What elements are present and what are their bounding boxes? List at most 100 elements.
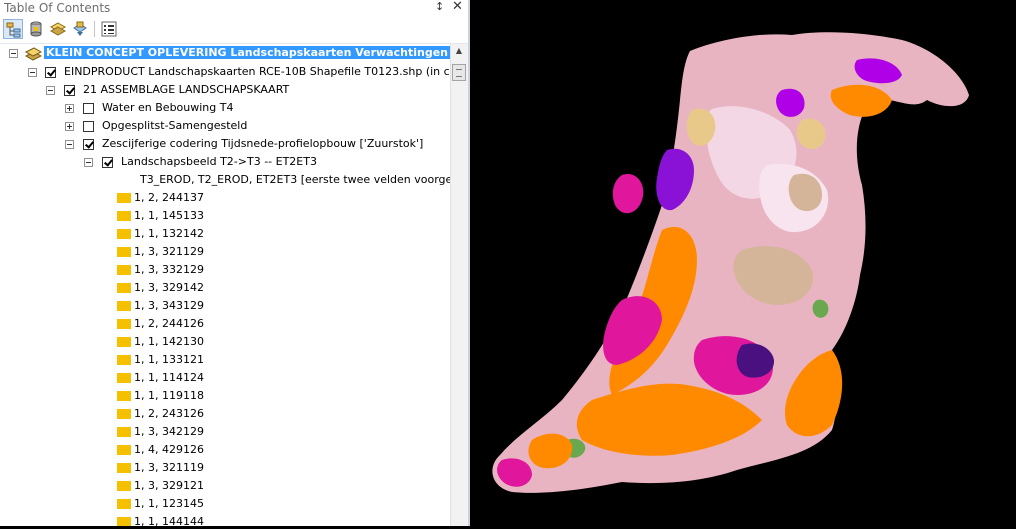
scroll-thumb[interactable]: [452, 64, 466, 81]
shapefile-layer-label: EINDPRODUCT Landschapskaarten RCE-10B Sh…: [64, 65, 450, 78]
zescijferige-checkbox[interactable]: [83, 139, 94, 150]
legend-item[interactable]: 1, 1, 132142: [0, 225, 450, 243]
list-by-source-button[interactable]: [3, 19, 23, 39]
legend-item-label: 1, 2, 244137: [134, 191, 204, 204]
tree-item-landschapsbeeld[interactable]: Landschapsbeeld T2->T3 -- ET2ET3: [0, 153, 450, 171]
group-layer-label: KLEIN CONCEPT OPLEVERING Landschapskaart…: [44, 46, 450, 59]
tree-item-assemblage[interactable]: 21 ASSEMBLAGE LANDSCHAPSKAART: [0, 81, 450, 99]
legend-item-label: 1, 3, 342129: [134, 425, 204, 438]
legend-item[interactable]: 1, 1, 145133: [0, 207, 450, 225]
legend-fields-header: T3_EROD, T2_EROD, ET2ET3 [eerste twee ve…: [0, 171, 450, 189]
list-by-drawing-order-icon: [30, 21, 42, 37]
legend-item[interactable]: 1, 3, 329121: [0, 477, 450, 495]
shapefile-layer-checkbox[interactable]: [45, 67, 56, 78]
legend-swatch[interactable]: [117, 337, 131, 347]
water-label: Water en Bebouwing T4: [102, 101, 234, 114]
legend-swatch[interactable]: [117, 409, 131, 419]
assemblage-label: 21 ASSEMBLAGE LANDSCHAPSKAART: [83, 83, 290, 96]
water-checkbox[interactable]: [83, 103, 94, 114]
toc-title-bar: Table Of Contents ↕ ✕: [0, 0, 468, 16]
legend-swatch[interactable]: [117, 481, 131, 491]
list-by-visibility-button[interactable]: [48, 19, 68, 39]
legend-swatch[interactable]: [117, 391, 131, 401]
legend-item-label: 1, 1, 144144: [134, 515, 204, 526]
legend-swatch[interactable]: [117, 427, 131, 437]
legend-item[interactable]: 1, 3, 332129: [0, 261, 450, 279]
list-by-selection-button[interactable]: [70, 19, 90, 39]
legend-swatch[interactable]: [117, 193, 131, 203]
tree-item-opgesplitst[interactable]: Opgesplitst-Samengesteld: [0, 117, 450, 135]
collapse-icon[interactable]: [28, 68, 37, 77]
legend-swatch[interactable]: [117, 301, 131, 311]
legend-item-label: 1, 1, 142130: [134, 335, 204, 348]
toolbar-separator: [94, 21, 95, 37]
legend-item[interactable]: 1, 1, 123145: [0, 495, 450, 513]
legend-item[interactable]: 1, 3, 342129: [0, 423, 450, 441]
legend-item[interactable]: 1, 3, 321119: [0, 459, 450, 477]
legend-item[interactable]: 1, 3, 321129: [0, 243, 450, 261]
legend-item[interactable]: 1, 1, 142130: [0, 333, 450, 351]
tree-item-water[interactable]: Water en Bebouwing T4: [0, 99, 450, 117]
legend-swatch[interactable]: [117, 445, 131, 455]
legend-swatch[interactable]: [117, 373, 131, 383]
collapse-icon[interactable]: [9, 49, 18, 58]
legend-item-label: 1, 3, 343129: [134, 299, 204, 312]
legend-item[interactable]: 1, 1, 119118: [0, 387, 450, 405]
legend-swatch[interactable]: [117, 355, 131, 365]
legend-item-label: 1, 2, 244126: [134, 317, 204, 330]
legend-item-label: 1, 3, 332129: [134, 263, 204, 276]
legend-fields-label: T3_EROD, T2_EROD, ET2ET3 [eerste twee ve…: [140, 173, 450, 186]
landschapsbeeld-checkbox[interactable]: [102, 157, 113, 168]
legend-swatch[interactable]: [117, 499, 131, 509]
toc-toolbar: [0, 17, 468, 44]
landschapsbeeld-label: Landschapsbeeld T2->T3 -- ET2ET3: [121, 155, 317, 168]
list-by-visibility-icon: [50, 22, 66, 36]
list-by-drawing-order-button[interactable]: [26, 19, 46, 39]
legend-item[interactable]: 1, 2, 244126: [0, 315, 450, 333]
opgesplitst-checkbox[interactable]: [83, 121, 94, 132]
legend-item-label: 1, 1, 123145: [134, 497, 204, 510]
legend-swatch[interactable]: [117, 283, 131, 293]
legend-item[interactable]: 1, 1, 133121: [0, 351, 450, 369]
legend-item-label: 1, 1, 114124: [134, 371, 204, 384]
legend-item[interactable]: 1, 2, 243126: [0, 405, 450, 423]
expand-icon[interactable]: [65, 104, 74, 113]
map-view[interactable]: [472, 0, 1016, 526]
legend-item-label: 1, 1, 145133: [134, 209, 204, 222]
scroll-up-arrow-icon[interactable]: ▲: [451, 46, 467, 60]
list-by-selection-icon: [73, 21, 87, 36]
legend-swatch[interactable]: [117, 229, 131, 239]
options-button[interactable]: [99, 19, 119, 39]
close-icon[interactable]: ✕: [452, 0, 463, 14]
legend-swatch[interactable]: [117, 463, 131, 473]
legend-item-label: 1, 3, 329121: [134, 479, 204, 492]
legend-swatch[interactable]: [117, 319, 131, 329]
list-by-source-icon: [6, 22, 21, 38]
legend-item[interactable]: 1, 1, 114124: [0, 369, 450, 387]
collapse-icon[interactable]: [84, 158, 93, 167]
vertical-scrollbar[interactable]: ▲: [450, 44, 468, 526]
pin-icon[interactable]: ↕: [435, 0, 444, 13]
zescijferige-label: Zescijferige codering Tijdsnede-profielo…: [102, 137, 424, 150]
tree-item-zescijferige[interactable]: Zescijferige codering Tijdsnede-profielo…: [0, 135, 450, 153]
map-magenta-region: [612, 174, 644, 214]
legend-item[interactable]: 1, 2, 244137: [0, 189, 450, 207]
collapse-icon[interactable]: [65, 140, 74, 149]
landscape-map: [492, 32, 969, 493]
legend-swatch[interactable]: [117, 211, 131, 221]
assemblage-checkbox[interactable]: [64, 85, 75, 96]
options-icon: [101, 21, 117, 37]
legend-item-label: 1, 4, 429126: [134, 443, 204, 456]
legend-swatch[interactable]: [117, 265, 131, 275]
legend-item[interactable]: 1, 3, 343129: [0, 297, 450, 315]
expand-icon[interactable]: [65, 122, 74, 131]
legend-item[interactable]: 1, 3, 329142: [0, 279, 450, 297]
tree-item-group-layer[interactable]: KLEIN CONCEPT OPLEVERING Landschapskaart…: [0, 45, 450, 63]
tree-item-shapefile-layer[interactable]: EINDPRODUCT Landschapskaarten RCE-10B Sh…: [0, 63, 450, 81]
legend-swatch[interactable]: [117, 517, 131, 526]
legend-item[interactable]: 1, 1, 144144: [0, 513, 450, 526]
legend-swatch[interactable]: [117, 247, 131, 257]
legend-item-label: 1, 1, 132142: [134, 227, 204, 240]
legend-item[interactable]: 1, 4, 429126: [0, 441, 450, 459]
collapse-icon[interactable]: [46, 86, 55, 95]
